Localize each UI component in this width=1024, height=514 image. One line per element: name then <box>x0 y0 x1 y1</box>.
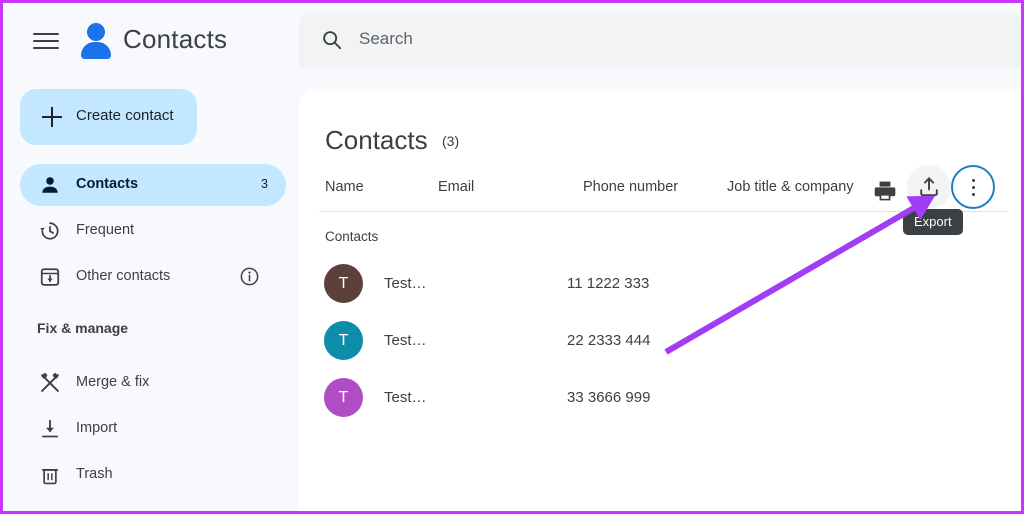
top-bar: Contacts Search <box>6 6 1024 74</box>
table-row[interactable]: T Test… 33 3666 999 <box>299 369 1024 426</box>
column-header-email: Email <box>438 179 474 195</box>
menu-bar-3 <box>33 47 59 49</box>
contacts-count: (3) <box>442 133 459 149</box>
person-icon <box>39 174 61 196</box>
contact-phone: 33 3666 999 <box>567 389 650 406</box>
trash-icon <box>39 464 61 486</box>
column-header-name: Name <box>325 179 364 195</box>
page-title: Contacts <box>325 125 428 156</box>
more-dot-2 <box>972 186 975 189</box>
contact-phone: 11 1222 333 <box>567 275 649 292</box>
sidebar-item-other-contacts[interactable]: Other contacts <box>20 256 286 298</box>
search-icon <box>321 29 343 51</box>
hamburger-menu-icon[interactable] <box>28 23 64 57</box>
column-header-phone-number: Phone number <box>583 179 678 195</box>
menu-bar-2 <box>33 40 59 42</box>
search-input[interactable]: Search <box>299 13 1021 67</box>
logo-body <box>81 42 111 59</box>
sidebar-section-title: Fix & manage <box>37 320 128 336</box>
contact-name: Test… <box>384 389 427 406</box>
sidebar-item-merge-and-fix[interactable]: Merge & fix <box>20 362 286 404</box>
export-button[interactable] <box>907 165 951 209</box>
screenshot-frame: Contacts Search Create contact <box>0 0 1024 514</box>
plus-icon <box>42 107 62 127</box>
sidebar-item-trash[interactable]: Trash <box>20 454 286 496</box>
table-row[interactable]: T Test… 11 1222 333 <box>299 255 1024 312</box>
sidebar: Create contact Contacts 3 Freq <box>6 74 299 514</box>
merge-tools-icon <box>39 372 61 394</box>
contacts-content-card: Contacts (3) Name Email Phone number Job… <box>299 89 1024 514</box>
export-tooltip: Export <box>903 209 963 235</box>
logo-head <box>87 23 105 41</box>
sidebar-item-import[interactable]: Import <box>20 408 286 450</box>
sidebar-item-contacts[interactable]: Contacts 3 <box>20 164 286 206</box>
contact-phone: 22 2333 444 <box>567 332 650 349</box>
history-icon <box>39 220 61 242</box>
search-placeholder-text: Search <box>359 29 413 49</box>
avatar: T <box>324 264 363 303</box>
more-dot-1 <box>972 179 975 182</box>
table-row[interactable]: T Test… 22 2333 444 <box>299 312 1024 369</box>
more-dot-3 <box>972 193 975 196</box>
sidebar-label-import: Import <box>76 420 117 436</box>
contacts-logo-icon <box>78 18 114 60</box>
sidebar-label-other-contacts: Other contacts <box>76 268 170 284</box>
sidebar-label-frequent: Frequent <box>76 222 134 238</box>
import-download-icon <box>39 418 61 440</box>
app-title: Contacts <box>123 24 227 55</box>
sidebar-label-contacts: Contacts <box>76 176 138 192</box>
create-contact-label: Create contact <box>76 107 174 124</box>
sidebar-count-contacts: 3 <box>261 177 268 191</box>
menu-bar-1 <box>33 33 59 35</box>
contact-name: Test… <box>384 332 427 349</box>
info-icon[interactable] <box>239 266 260 287</box>
contacts-app: Contacts Search Create contact <box>6 6 1024 514</box>
create-contact-button[interactable]: Create contact <box>20 89 197 145</box>
sidebar-label-merge-and-fix: Merge & fix <box>76 374 149 390</box>
sidebar-label-trash: Trash <box>76 466 113 482</box>
avatar: T <box>324 321 363 360</box>
more-options-button[interactable] <box>951 165 995 209</box>
column-header-job-title-company: Job title & company <box>727 179 854 195</box>
contact-name: Test… <box>384 275 427 292</box>
avatar: T <box>324 378 363 417</box>
contacts-group-label: Contacts <box>325 229 378 244</box>
sidebar-item-frequent[interactable]: Frequent <box>20 210 286 252</box>
export-upload-icon <box>917 175 941 199</box>
print-icon <box>873 179 897 203</box>
print-button[interactable] <box>872 171 900 211</box>
archive-down-icon <box>39 266 61 288</box>
